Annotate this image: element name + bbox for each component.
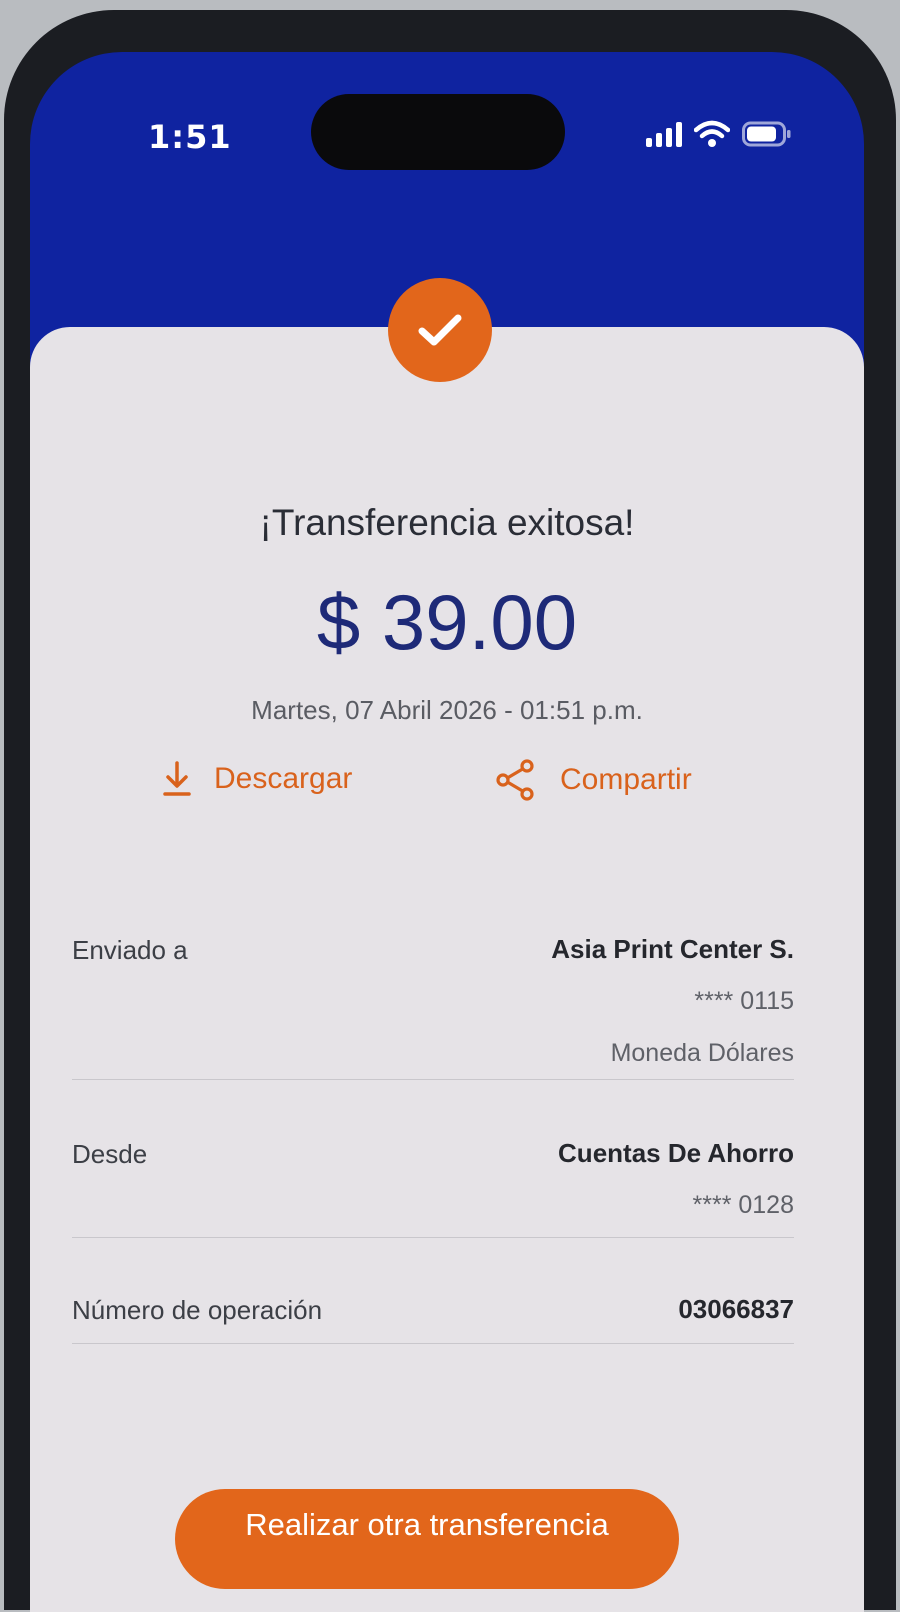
status-bar: 1:51 [30, 52, 864, 172]
download-icon [163, 761, 191, 796]
from-values: Cuentas De Ahorro **** 0128 [558, 1139, 794, 1219]
source-account: **** 0128 [692, 1191, 794, 1219]
page-title: ¡Transferencia exitosa! [259, 502, 635, 543]
receipt-card: ¡Transferencia exitosa! $ 39.00 Martes, … [30, 327, 864, 1612]
operation-number: 03066837 [678, 1294, 794, 1324]
transfer-amount: $ 39.00 [316, 578, 578, 666]
check-icon [418, 314, 462, 346]
status-time: 1:51 [148, 118, 232, 156]
from-label: Desde [72, 1139, 148, 1169]
sent-to-label: Enviado a [72, 935, 188, 965]
dynamic-island [311, 94, 565, 170]
recipient-account: **** 0115 [694, 987, 794, 1015]
receipt-actions: Descargar Compartir [30, 759, 864, 819]
success-check-badge [388, 278, 492, 382]
detail-row-from: Desde Cuentas De Ahorro **** 0128 [72, 1139, 794, 1238]
battery-icon [742, 121, 791, 147]
operation-number-values: 03066837 [678, 1295, 794, 1323]
operation-number-label: Número de operación [72, 1295, 323, 1325]
download-label: Descargar [214, 762, 353, 795]
detail-row-sent-to: Enviado a Asia Print Center S. **** 0115… [72, 935, 794, 1080]
transfer-datetime: Martes, 07 Abril 2026 - 01:51 p.m. [251, 695, 643, 725]
new-transfer-button[interactable]: Realizar otra transferencia [175, 1489, 679, 1589]
phone-frame: 1:51 ¡Transferencia exitosa! $ 39.00 Mar… [4, 10, 896, 1612]
cellular-signal-icon [646, 121, 682, 147]
detail-row-operation-number: Número de operación 03066837 [72, 1295, 794, 1344]
status-icons [646, 120, 792, 148]
share-label: Compartir [560, 763, 692, 796]
sent-to-values: Asia Print Center S. **** 0115 Moneda Dó… [551, 935, 794, 1067]
download-button[interactable]: Descargar [162, 759, 352, 799]
source-account-type: Cuentas De Ahorro [558, 1138, 794, 1168]
recipient-currency: Moneda Dólares [610, 1039, 794, 1067]
app-screen: 1:51 ¡Transferencia exitosa! $ 39.00 Mar… [30, 52, 864, 1612]
share-button[interactable]: Compartir [494, 759, 692, 801]
wifi-icon [694, 120, 730, 147]
share-icon [496, 759, 534, 801]
recipient-name: Asia Print Center S. [551, 934, 794, 964]
